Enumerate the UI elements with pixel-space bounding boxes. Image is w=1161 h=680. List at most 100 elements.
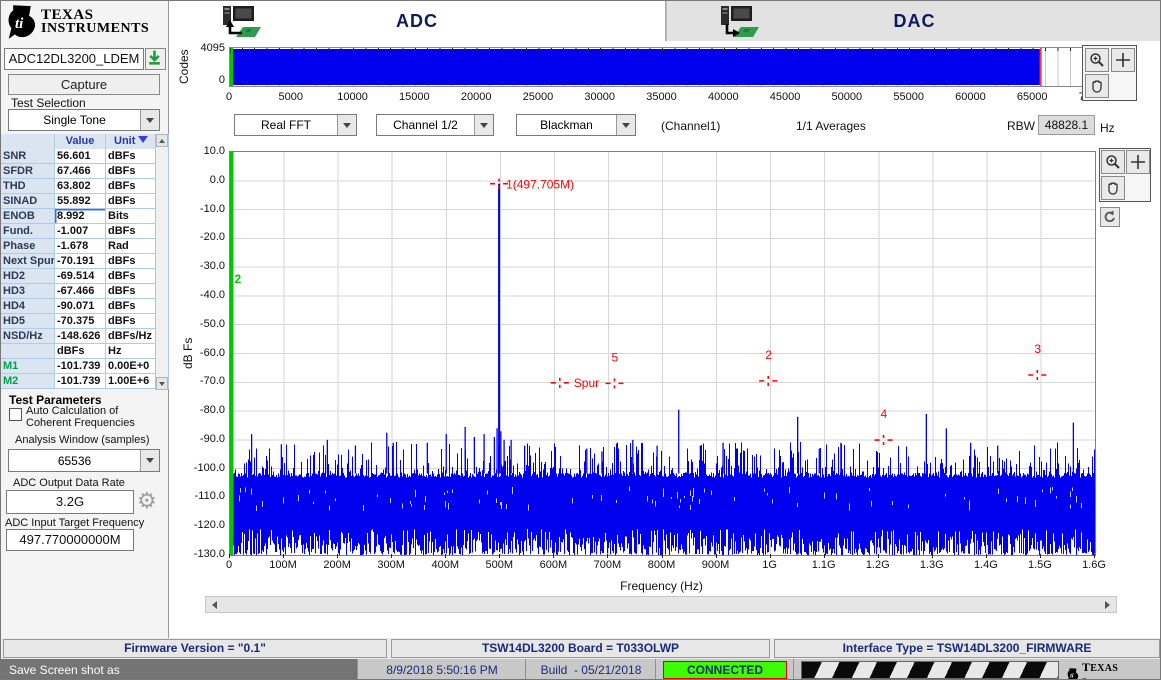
- header-blank: [1, 134, 55, 150]
- fft-x-tick-label: 700M: [593, 559, 622, 571]
- fft-x-tick: [553, 554, 555, 558]
- fft-x-tick-label: 200M: [323, 559, 351, 571]
- codes-x-tick-label: 20000: [460, 91, 492, 103]
- pan-hand-icon[interactable]: [1101, 176, 1125, 200]
- svg-text:ti: ti: [15, 16, 24, 32]
- fft-x-tick-label: 1.5G: [1028, 559, 1052, 571]
- fft-x-tick-label: 1.3G: [919, 559, 944, 571]
- window-combo[interactable]: Blackman: [516, 114, 636, 136]
- scroll-down-icon[interactable]: [156, 377, 168, 390]
- row-name: HD2: [1, 269, 55, 284]
- row-value: 55.892: [55, 194, 106, 209]
- brand-line1: TEXAS: [41, 7, 94, 23]
- channel-combo[interactable]: Channel 1/2: [376, 114, 494, 136]
- fft-type-value: Real FFT: [260, 118, 311, 132]
- fft-h-scrollbar[interactable]: [205, 596, 1117, 613]
- capture-button[interactable]: Capture: [8, 74, 160, 95]
- fft-x-tick-label: 400M: [431, 559, 460, 571]
- row-name: THD: [1, 179, 55, 194]
- fft-type-combo[interactable]: Real FFT: [234, 114, 357, 136]
- row-value: 67.466: [55, 164, 106, 179]
- analysis-window-combo[interactable]: 65536: [8, 449, 160, 472]
- table-row: M2 -101.739 1.00E+6: [1, 374, 169, 389]
- status-bar: Firmware Version = "0.1" TSW14DL3200 Boa…: [1, 638, 1160, 659]
- fft-y-tick-label: 0.0: [209, 173, 225, 186]
- undo-zoom-icon[interactable]: [1100, 207, 1120, 227]
- header-value[interactable]: Value: [55, 134, 106, 150]
- filter-icon[interactable]: [138, 136, 149, 143]
- row-name: HD5: [1, 314, 55, 329]
- zoom-in-icon[interactable]: [1101, 150, 1125, 174]
- device-select[interactable]: ADC12DL3200_LDEM: [4, 48, 144, 70]
- download-arrow-icon: [149, 50, 160, 65]
- fft-y-tick-label: -110.0: [194, 490, 225, 503]
- codes-x-tick-label: 45000: [769, 91, 801, 103]
- codes-x-tick-label: 25000: [522, 91, 554, 103]
- fft-zoom-panel: [1099, 148, 1151, 202]
- datetime-label: 8/9/2018 5:50:16 PM: [386, 663, 498, 677]
- fft-y-tick-label: -30.0: [199, 260, 225, 273]
- results-table: Value Unit SNR 56.601 dBFs SFDR 67.466 dBFs THD…: [1, 134, 169, 389]
- table-row: HD3 -67.466 dBFs: [1, 284, 169, 299]
- chevron-down-icon: [140, 110, 159, 130]
- table-row: dBFs Hz: [1, 344, 169, 359]
- auto-calc-checkbox[interactable]: [9, 408, 22, 421]
- codes-zoom-panel: [1082, 45, 1137, 101]
- gear-icon[interactable]: ⚙: [137, 488, 157, 514]
- interface-status: Interface Type = TSW14DL3200_FIRMWARE: [774, 639, 1160, 658]
- fft-x-tick-label: 1.6G: [1082, 559, 1106, 571]
- load-device-button[interactable]: [145, 48, 166, 70]
- fft-x-axis-label: Frequency (Hz): [620, 579, 703, 593]
- results-table-scrollbar[interactable]: [155, 134, 168, 390]
- adc-output-rate-label: ADC Output Data Rate: [13, 477, 125, 489]
- row-name: HD3: [1, 284, 55, 299]
- build-label: Build - 05/21/2018: [540, 663, 642, 677]
- zoom-in-icon[interactable]: [1085, 48, 1109, 72]
- adc-output-rate-input[interactable]: 3.2G: [6, 490, 134, 514]
- save-screenshot-label[interactable]: Save Screen shot as: [1, 659, 357, 679]
- auto-calc-label-line2: Coherent Frequencies: [26, 417, 135, 429]
- tab-adc[interactable]: ADC: [169, 1, 666, 41]
- row-name: SINAD: [1, 194, 55, 209]
- row-value: -1.678: [55, 239, 106, 254]
- scroll-left-icon[interactable]: [206, 597, 223, 612]
- svg-text:ti: ti: [1070, 673, 1074, 679]
- firmware-status: Firmware Version = "0.1": [3, 639, 387, 658]
- fft-x-tick: [445, 554, 447, 558]
- ti-logo: ti TEXAS INSTRUMENTS: [7, 4, 149, 40]
- fft-x-tick-label: 300M: [377, 559, 405, 571]
- row-value: -67.466: [55, 284, 106, 299]
- window-value: Blackman: [540, 118, 593, 132]
- fft-y-tick-label: -80.0: [199, 404, 225, 417]
- table-row: Next Spur -70.191 dBFs: [1, 254, 169, 269]
- fft-y-tick-label: -10.0: [199, 202, 225, 215]
- scroll-right-icon[interactable]: [1099, 597, 1116, 612]
- results-table-header: Value Unit: [1, 134, 169, 150]
- codes-y-tick-label: 0: [218, 74, 225, 86]
- row-value: -90.071: [55, 299, 106, 314]
- footer-bar: Save Screen shot as 8/9/2018 5:50:16 PM …: [1, 659, 1160, 679]
- crosshair-cursor-icon[interactable]: [1111, 48, 1135, 72]
- ti-footer-logo: ti TEXAS INSTRUMENTS: [1067, 660, 1160, 679]
- rbw-value[interactable]: 48828.1: [1038, 115, 1095, 135]
- codes-y-tick-label: 4095: [200, 42, 225, 54]
- fft-x-tick: [931, 554, 933, 558]
- fft-x-tick-label: 900M: [701, 559, 730, 571]
- fft-y-axis-label: dB Fs: [181, 337, 195, 369]
- adc-input-freq-input[interactable]: 497.770000000M: [6, 529, 134, 551]
- tab-dac[interactable]: DAC: [666, 1, 1160, 41]
- codes-chart[interactable]: [229, 47, 1096, 87]
- fft-x-tick: [1094, 554, 1095, 558]
- fft-chart[interactable]: 2 1(497.705M) Spur 5 2 4 3: [229, 151, 1096, 556]
- codes-x-tick-label: 55000: [893, 91, 924, 103]
- crosshair-cursor-icon[interactable]: [1126, 150, 1150, 174]
- dac-playback-icon: [719, 4, 763, 38]
- codes-x-tick-label: 40000: [707, 91, 739, 103]
- test-selection-combo[interactable]: Single Tone: [8, 109, 160, 131]
- fft-y-tick-label: -40.0: [199, 288, 225, 301]
- fft-y-tick-label: -20.0: [199, 231, 225, 244]
- pan-hand-icon[interactable]: [1085, 74, 1109, 98]
- fft-x-tick: [877, 554, 879, 558]
- scroll-up-icon[interactable]: [156, 134, 168, 147]
- fft-y-tick-label: 10.0: [203, 145, 225, 157]
